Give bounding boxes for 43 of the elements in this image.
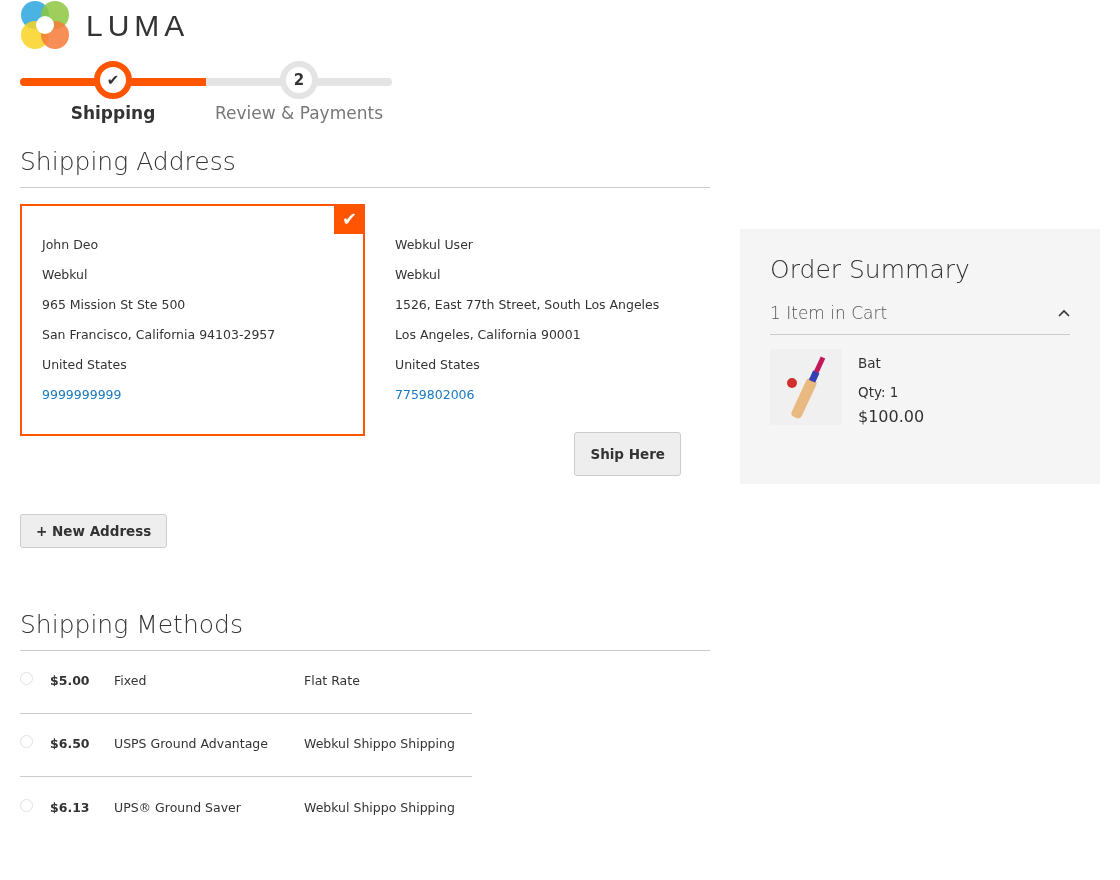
step-marker: 2 <box>280 61 318 99</box>
method-name: Fixed <box>114 672 148 691</box>
carrier-name: Flat Rate <box>304 672 360 691</box>
address-line: San Francisco, California 94103-2957 <box>42 325 277 344</box>
step-label[interactable]: Review & Payments <box>215 101 383 127</box>
method-price: $6.50 <box>50 735 91 754</box>
cart-count: 1 Item in Cart <box>770 301 888 325</box>
radio-button[interactable] <box>20 672 33 686</box>
address-line: Webkul <box>395 265 442 284</box>
method-price: $5.00 <box>50 672 91 691</box>
step-marker: ✔ <box>94 61 132 99</box>
radio-button[interactable] <box>20 798 33 812</box>
address-line: Webkul <box>42 265 89 284</box>
method-name: UPS® Ground Saver <box>114 798 242 817</box>
new-address-button[interactable]: + New Address <box>20 513 168 548</box>
section-title: Shipping Methods <box>20 609 710 651</box>
phone-link[interactable]: 7759802006 <box>395 386 475 402</box>
summary-title: Order Summary <box>770 254 971 286</box>
selected-check-icon: ✔ <box>334 203 365 234</box>
method-name: USPS Ground Advantage <box>114 735 269 754</box>
address-line: Los Angeles, California 90001 <box>395 325 582 344</box>
logo-icon <box>20 0 70 50</box>
phone-link[interactable]: 9999999999 <box>42 386 122 402</box>
item-qty: Qty: 1 <box>858 383 900 402</box>
carrier-name: Webkul Shippo Shipping <box>304 798 455 817</box>
address-card[interactable]: ✔ John Deo Webkul 965 Mission St Ste 500 San Francisco, California 94103-2957 United States 9999999999 <box>20 203 365 436</box>
address-line: Webkul User <box>395 235 474 254</box>
carrier-name: Webkul Shippo Shipping <box>304 735 455 754</box>
radio-button[interactable] <box>20 735 33 749</box>
item-price: $100.00 <box>858 407 925 427</box>
address-line: John Deo <box>42 235 100 254</box>
method-price: $6.13 <box>50 798 91 817</box>
address-line: United States <box>42 355 128 374</box>
chevron-up-icon[interactable] <box>1058 309 1070 318</box>
address-card[interactable]: Webkul User Webkul 1526, East 77th Street, South Los Angeles Los Angeles, California 90001 United States 7759802006 Ship Here <box>373 203 703 502</box>
address-line: 1526, East 77th Street, South Los Angeles <box>395 295 661 314</box>
item-name: Bat <box>858 354 882 373</box>
section-title: Shipping Address <box>20 146 710 188</box>
ship-here-button[interactable]: Ship Here <box>574 431 681 476</box>
address-line: United States <box>395 355 481 374</box>
step-label[interactable]: Shipping <box>70 101 156 127</box>
address-line: 965 Mission St Ste 500 <box>42 295 187 314</box>
logo-text: LUMA <box>86 7 190 44</box>
